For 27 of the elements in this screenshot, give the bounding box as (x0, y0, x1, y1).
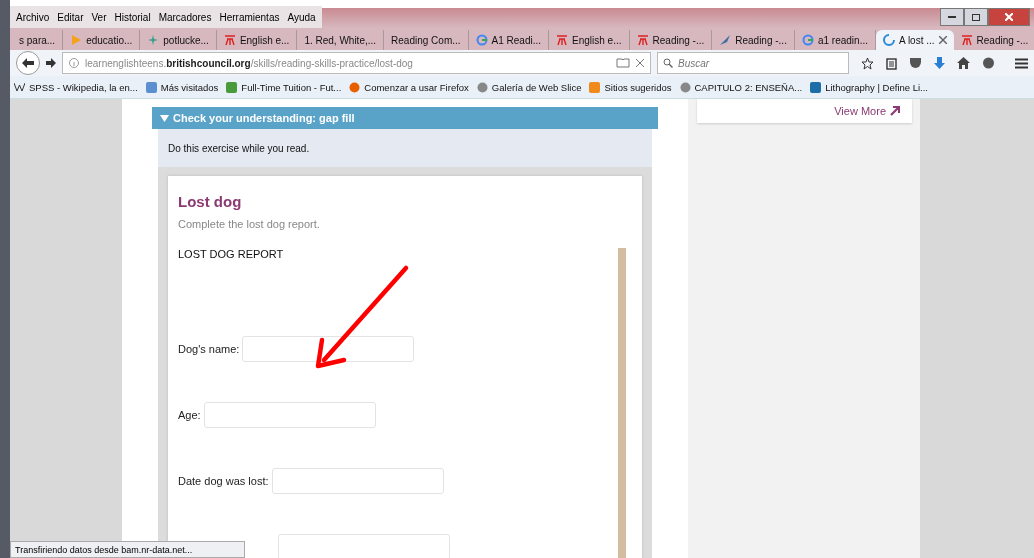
browser-tab[interactable]: A lost ... (876, 30, 954, 50)
bookmark-item[interactable]: Lithography | Define Li... (810, 81, 928, 93)
menu-item[interactable]: Ver (91, 11, 107, 23)
address-bar[interactable]: learnenglishteens.britishcouncil.org/skills/reading-skills-practice/lost-dog (62, 52, 651, 74)
bookmark-item[interactable]: Full-Time Tuition - Fut... (226, 81, 342, 93)
menu-item[interactable]: Herramientas (219, 11, 280, 23)
bookmark-item[interactable]: Galería de Web Slice (476, 81, 582, 93)
status-bar: Transfiriendo datos desde bam.nr-data.net... (10, 541, 245, 558)
menu-item[interactable]: Editar (57, 11, 84, 23)
bookmark-item[interactable]: SPSS - Wikipedia, la en... (14, 81, 138, 93)
menu-item[interactable]: Historial (114, 11, 151, 23)
search-field[interactable]: Buscar (657, 52, 849, 74)
view-more-link[interactable]: View More (834, 105, 886, 117)
exercise-subtitle: Complete the lost dog report. (178, 218, 321, 230)
bookmark-item[interactable]: Comenzar a usar Firefox (349, 81, 469, 93)
bookmark-item[interactable]: CAPITULO 2: ENSEÑA... (679, 81, 803, 93)
bookmark-item[interactable]: Más visitados (145, 81, 219, 93)
field-label: Dog's name: (178, 343, 240, 355)
field-label: Age: (178, 409, 201, 421)
menu-item[interactable]: Archivo (16, 11, 50, 23)
bookmark-item[interactable]: Sitios sugeridos (589, 81, 672, 93)
instruction-text: Do this exercise while you read. (168, 142, 310, 154)
menu-item[interactable]: Marcadores (158, 11, 212, 23)
menu-item[interactable]: Ayuda (287, 11, 316, 23)
field-label: Date dog was lost: (178, 475, 269, 487)
exercise-title: Lost dog (178, 193, 243, 210)
report-heading: LOST DOG REPORT (178, 248, 285, 260)
